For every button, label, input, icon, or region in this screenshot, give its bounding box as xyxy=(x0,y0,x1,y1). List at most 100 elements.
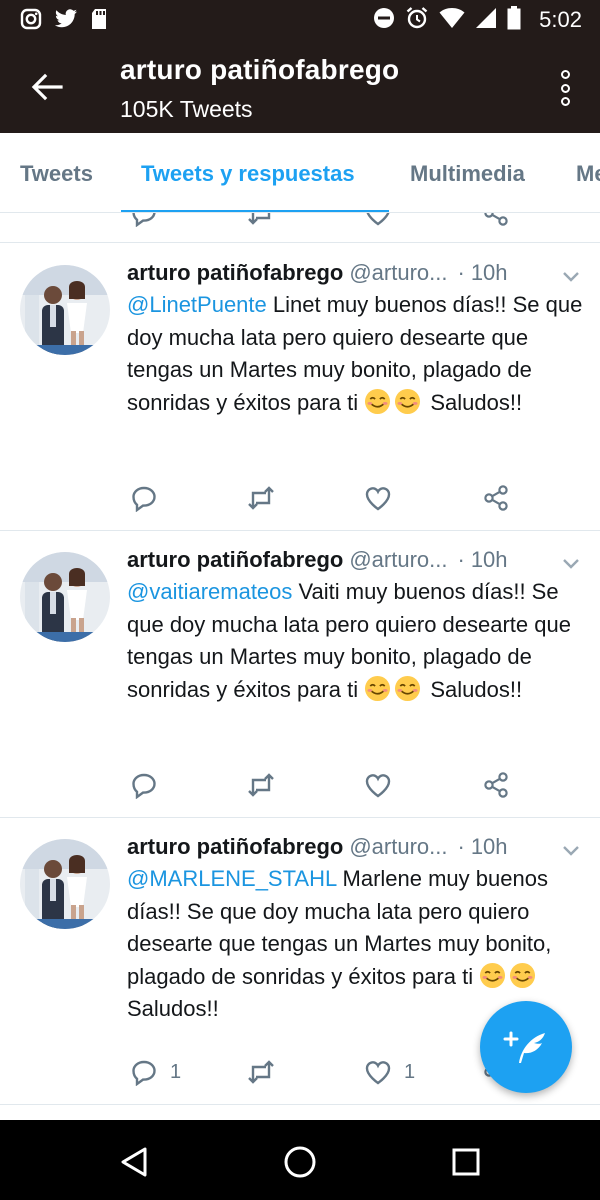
avatar[interactable] xyxy=(20,839,110,929)
reply-icon xyxy=(132,1060,156,1086)
avatar[interactable] xyxy=(20,552,110,642)
do-not-disturb-icon xyxy=(373,7,395,34)
back-arrow-icon xyxy=(31,73,63,101)
tweet-author-handle[interactable]: @arturo... xyxy=(349,260,447,285)
tweet-author-name[interactable]: arturo patiñofabrego xyxy=(127,834,343,859)
tab-tweets[interactable]: Tweets xyxy=(20,133,93,212)
overflow-menu-dot xyxy=(560,97,570,106)
separator-dot: · xyxy=(457,834,465,859)
like-button[interactable] xyxy=(364,765,404,805)
sd-card-icon xyxy=(90,8,108,35)
instagram-icon xyxy=(20,8,42,35)
share-icon xyxy=(484,485,508,511)
compose-tweet-icon xyxy=(503,1031,545,1063)
share-icon xyxy=(484,772,508,798)
tweet-timestamp: 10h xyxy=(470,547,508,572)
smiling-face-emoji xyxy=(480,962,506,988)
chevron-down-icon[interactable] xyxy=(560,265,582,287)
tab-media[interactable]: Multimedia xyxy=(410,133,525,212)
like-button[interactable]: 1 xyxy=(364,1052,415,1092)
tweet-timestamp: 10h xyxy=(470,260,508,285)
nav-back-icon xyxy=(121,1147,147,1177)
share-icon[interactable] xyxy=(482,213,510,227)
tweet-body-tail: Saludos!! xyxy=(424,676,523,702)
like-button[interactable] xyxy=(364,478,404,518)
profile-tabs: Tweets Tweets y respuestas Multimedia Me xyxy=(0,133,600,213)
chevron-down-icon[interactable] xyxy=(560,552,582,574)
tweet-header: arturo patiñofabrego @arturo... · 10h xyxy=(127,834,508,864)
smiling-face-emoji xyxy=(510,962,536,988)
smiling-face-emoji xyxy=(395,675,421,701)
nav-recents-button[interactable] xyxy=(444,1140,488,1184)
retweet-button[interactable] xyxy=(246,1052,288,1092)
tweet-header: arturo patiñofabrego @arturo... · 10h xyxy=(127,547,508,577)
reply-button[interactable] xyxy=(130,478,170,518)
tweet-author-handle[interactable]: @arturo... xyxy=(349,834,447,859)
tab-likes[interactable]: Me xyxy=(576,133,600,212)
share-button[interactable] xyxy=(482,478,510,518)
tweet-actions xyxy=(0,478,600,518)
separator-dot: · xyxy=(457,260,465,285)
retweet-icon[interactable] xyxy=(246,213,276,227)
retweet-button[interactable] xyxy=(246,765,288,805)
tweet-author-handle[interactable]: @arturo... xyxy=(349,547,447,572)
tweet-body-tail: Saludos!! xyxy=(424,389,523,415)
battery-icon xyxy=(507,5,521,35)
smiling-face-emoji xyxy=(365,675,391,701)
like-icon xyxy=(365,1061,391,1085)
tweet-mention[interactable]: @MARLENE_STAHL xyxy=(127,866,336,891)
reply-button[interactable]: 1 xyxy=(130,1052,181,1092)
nav-back-button[interactable] xyxy=(112,1140,156,1184)
status-time: 5:02 xyxy=(539,7,582,32)
wifi-icon xyxy=(439,7,465,34)
status-bar-system: 5:02 xyxy=(373,5,582,35)
tweet-timestamp: 10h xyxy=(470,834,508,859)
overflow-menu-dot xyxy=(560,83,570,93)
retweet-icon xyxy=(248,773,274,797)
tweet-card[interactable]: arturo patiñofabrego @arturo... · 10h @Line… xyxy=(0,244,600,531)
tweet-card[interactable]: arturo patiñofabrego @arturo... · 10h @vait… xyxy=(0,531,600,818)
tweet-text: @LinetPuente Linet muy buenos días!! Se … xyxy=(127,289,587,419)
previous-tweet-actions xyxy=(0,213,600,243)
status-bar-notifications xyxy=(20,8,108,34)
separator-dot: · xyxy=(457,547,465,572)
overflow-menu-button[interactable] xyxy=(552,66,578,110)
reply-button[interactable] xyxy=(130,765,170,805)
compose-tweet-button[interactable] xyxy=(480,1001,572,1093)
tweet-text: @vaitiaremateos Vaiti muy buenos días!! … xyxy=(127,576,587,706)
nav-recents-icon xyxy=(452,1148,480,1176)
avatar-photo xyxy=(20,552,110,642)
status-bar: 5:02 xyxy=(0,0,600,40)
tweet-count: 105K Tweets xyxy=(120,96,253,122)
share-button[interactable] xyxy=(482,765,510,805)
like-icon[interactable] xyxy=(364,213,392,227)
like-icon xyxy=(365,774,391,798)
smiling-face-emoji xyxy=(365,388,391,414)
tweet-author-name[interactable]: arturo patiñofabrego xyxy=(127,260,343,285)
retweet-button[interactable] xyxy=(246,478,288,518)
tweet-author-name[interactable]: arturo patiñofabrego xyxy=(127,547,343,572)
avatar[interactable] xyxy=(20,265,110,355)
alarm-icon xyxy=(405,6,429,35)
retweet-icon xyxy=(248,486,274,510)
system-navigation-bar xyxy=(0,1120,600,1200)
profile-name-title: arturo patiñofabrego xyxy=(120,54,400,85)
chevron-down-icon[interactable] xyxy=(560,839,582,861)
tweet-header: arturo patiñofabrego @arturo... · 10h xyxy=(127,260,508,290)
reply-count: 1 xyxy=(170,1060,182,1083)
tweet-mention[interactable]: @vaitiaremateos xyxy=(127,579,292,604)
signal-icon xyxy=(475,7,497,34)
tab-tweets-and-replies[interactable]: Tweets y respuestas xyxy=(141,133,355,212)
avatar-photo xyxy=(20,265,110,355)
tweet-mention[interactable]: @LinetPuente xyxy=(127,292,267,317)
twitter-icon xyxy=(54,8,78,35)
back-button[interactable] xyxy=(22,62,72,112)
reply-icon[interactable] xyxy=(130,213,158,227)
tweet-body-tail: Saludos!! xyxy=(127,996,219,1021)
reply-icon xyxy=(132,773,156,799)
overflow-menu-icon xyxy=(560,70,570,79)
like-icon xyxy=(365,487,391,511)
reply-icon xyxy=(132,486,156,512)
smiling-face-emoji xyxy=(395,388,421,414)
nav-home-button[interactable] xyxy=(278,1140,322,1184)
